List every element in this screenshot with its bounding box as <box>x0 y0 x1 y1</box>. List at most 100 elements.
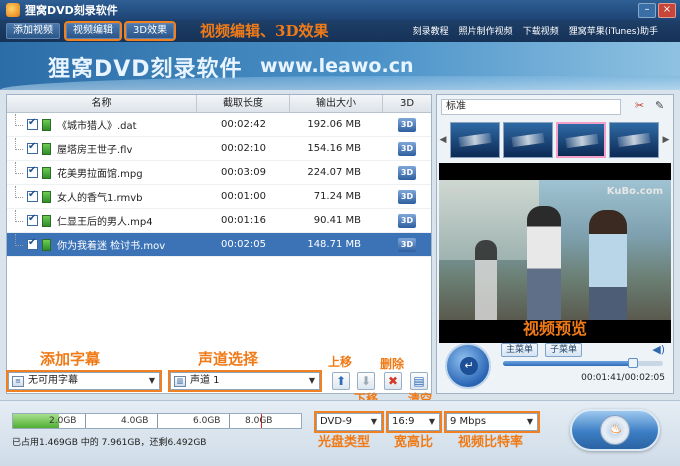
table-body: 《城市猎人》.dat 00:02:42 192.06 MB 3D 屋塔房王世子.flv 0… <box>7 113 431 257</box>
cell-name: 你为我着迷 检讨书.mov <box>7 233 197 252</box>
3d-icon[interactable]: 3D <box>398 165 416 180</box>
row-checkbox[interactable] <box>27 165 38 178</box>
video-preview: YOUKU KuBo.com 视频预览 <box>439 163 671 343</box>
header-3d[interactable]: 3D <box>383 95 431 112</box>
title-bar: 狸窝DVD刻录软件 – × <box>0 0 680 20</box>
menu-theme-select[interactable]: 标准 <box>441 99 621 115</box>
header-length[interactable]: 截取长度 <box>197 95 290 112</box>
delete-icon[interactable]: ✖ <box>384 372 402 390</box>
header-size[interactable]: 输出大小 <box>290 95 383 112</box>
cell-size: 224.07 MB <box>307 167 361 178</box>
cell-size: 192.06 MB <box>307 119 361 130</box>
3d-effect-button[interactable]: 3D效果 <box>123 21 177 41</box>
playback-progress[interactable] <box>503 358 663 368</box>
audio-track-icon: ▥ <box>174 375 186 387</box>
table-row[interactable]: 花美男拉面馆.mpg 00:03:09 224.07 MB 3D <box>7 161 431 185</box>
move-down-icon[interactable]: ⬇ <box>357 372 375 390</box>
chevron-down-icon: ▼ <box>308 376 316 385</box>
cell-3d: 3D <box>383 117 431 132</box>
link-photo-video[interactable]: 照片制作视频 <box>459 24 513 37</box>
add-video-button[interactable]: 添加视频 <box>6 23 60 39</box>
tree-line <box>15 185 23 198</box>
enter-icon[interactable]: ↵ <box>460 357 478 375</box>
edit-video-button[interactable]: 视频编辑 <box>64 21 122 41</box>
3d-icon[interactable]: 3D <box>398 141 416 156</box>
bitrate-select[interactable]: 9 Mbps ▼ <box>444 411 540 433</box>
capacity-info: 已占用1.469GB 中的 7.961GB，还剩6.492GB <box>12 438 207 448</box>
sub-menu-button[interactable]: 子菜单 <box>545 343 583 357</box>
window-controls: – × <box>638 2 676 18</box>
table-row[interactable]: 仁显王后的男人.mp4 00:01:16 90.41 MB 3D <box>7 209 431 233</box>
close-icon[interactable]: × <box>658 2 676 18</box>
frame-figure <box>527 206 561 320</box>
clear-list-icon[interactable]: ▤ <box>410 372 428 390</box>
theme-thumb[interactable] <box>503 122 553 158</box>
scroll-right-icon[interactable]: ▶ <box>662 135 670 145</box>
cell-3d: 3D <box>383 189 431 204</box>
row-checkbox[interactable] <box>27 213 38 226</box>
cell-length: 00:01:00 <box>221 191 266 202</box>
banner-url: www.leawo.cn <box>260 55 414 77</box>
file-icon <box>42 190 51 203</box>
capacity-bar: 2.0GB 4.0GB 6.0GB 8.0GB <box>12 413 302 429</box>
banner: 狸窝DVD刻录软件 www.leawo.cn <box>0 42 680 90</box>
volume-icon[interactable]: ◀) <box>652 343 665 356</box>
audio-select[interactable]: ▥ 声道 1 ▼ <box>168 370 322 392</box>
frame-figure <box>475 240 497 320</box>
main-menu-button[interactable]: 主菜单 <box>501 343 539 357</box>
table-row[interactable]: 屋塔房王世子.flv 00:02:10 154.16 MB 3D <box>7 137 431 161</box>
tree-line <box>15 137 23 150</box>
file-name: 屋塔房王世子.flv <box>57 145 133 156</box>
3d-icon[interactable]: 3D <box>398 117 416 132</box>
minimize-icon[interactable]: – <box>638 2 656 18</box>
table-row[interactable]: 女人的香气1.rmvb 00:01:00 71.24 MB 3D <box>7 185 431 209</box>
link-itunes-helper[interactable]: 狸窝苹果(iTunes)助手 <box>569 24 658 37</box>
theme-thumb-selected[interactable] <box>556 122 606 158</box>
tree-line <box>15 209 23 222</box>
table-row[interactable]: 《城市猎人》.dat 00:02:42 192.06 MB 3D <box>7 113 431 137</box>
file-name: 你为我着迷 检讨书.mov <box>57 241 166 252</box>
cell-name: 仁显王后的男人.mp4 <box>7 209 197 228</box>
file-name: 仁显王后的男人.mp4 <box>57 217 153 228</box>
remove-theme-icon[interactable]: ✂ <box>635 100 647 112</box>
3d-icon[interactable]: 3D <box>398 189 416 204</box>
theme-thumb[interactable] <box>450 122 500 158</box>
playback-time: 00:01:41/00:02:05 <box>581 373 665 383</box>
row-checkbox[interactable] <box>27 189 38 202</box>
menu-navigator[interactable]: ↵ <box>445 343 491 389</box>
cell-size: 71.24 MB <box>313 191 361 202</box>
link-download-video[interactable]: 下载视频 <box>523 24 559 37</box>
file-icon <box>42 118 51 131</box>
move-up-icon[interactable]: ⬆ <box>332 372 350 390</box>
row-checkbox[interactable] <box>27 141 38 154</box>
subtitle-value: 无可用字幕 <box>28 375 78 386</box>
aspect-ratio-value: 16:9 <box>392 416 415 427</box>
3d-icon[interactable]: 3D <box>398 237 416 252</box>
edit-theme-icon[interactable]: ✎ <box>655 100 667 112</box>
link-tutorial[interactable]: 刻录教程 <box>413 24 449 37</box>
burn-button[interactable]: ♨ <box>570 409 660 451</box>
capacity-tick <box>85 414 86 428</box>
theme-thumb[interactable] <box>609 122 659 158</box>
capacity-tick-label: 2.0GB <box>49 416 77 426</box>
row-checkbox[interactable] <box>27 237 38 250</box>
scroll-left-icon[interactable]: ◀ <box>439 135 447 145</box>
file-name: 《城市猎人》.dat <box>57 121 137 132</box>
cell-length: 00:02:42 <box>221 119 266 130</box>
cell-3d: 3D <box>383 213 431 228</box>
disc-type-select[interactable]: DVD-9 ▼ <box>314 411 384 433</box>
header-name[interactable]: 名称 <box>7 95 197 112</box>
table-header: 名称 截取长度 输出大小 3D <box>7 95 431 113</box>
flame-icon: ♨ <box>610 421 623 437</box>
subtitle-select[interactable]: ≡ 无可用字幕 ▼ <box>6 370 162 392</box>
annotation-aspect: 宽高比 <box>394 435 434 450</box>
frame-figure <box>589 210 627 320</box>
table-row[interactable]: 你为我着迷 检讨书.mov 00:02:05 148.71 MB 3D <box>7 233 431 257</box>
3d-icon[interactable]: 3D <box>398 213 416 228</box>
aspect-ratio-select[interactable]: 16:9 ▼ <box>386 411 442 433</box>
progress-handle[interactable] <box>627 358 638 368</box>
row-checkbox[interactable] <box>27 117 38 130</box>
theme-thumbnails: ◀ ▶ <box>439 121 671 159</box>
top-links: 刻录教程 照片制作视频 下载视频 狸窝苹果(iTunes)助手 <box>413 24 658 37</box>
capacity-tick <box>229 414 230 428</box>
